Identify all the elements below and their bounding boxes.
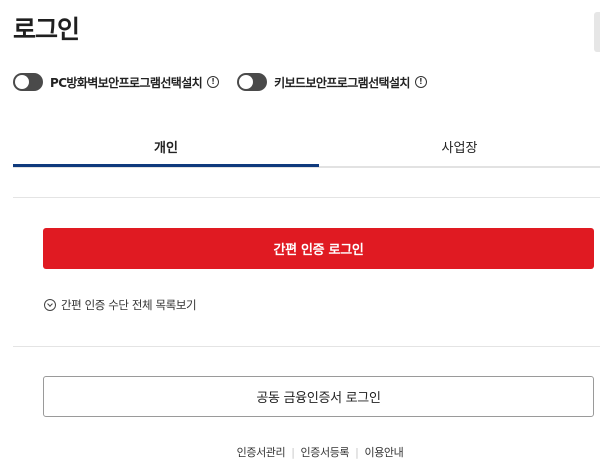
simple-auth-login-button[interactable]: 간편 인증 로그인 xyxy=(43,228,594,269)
view-all-methods-link[interactable]: 간편 인증 수단 전체 목록보기 xyxy=(44,297,197,313)
tab-business[interactable]: 사업장 xyxy=(319,125,600,166)
firewall-toggle-label: PC방화벽보안프로그램선택설치 xyxy=(50,75,203,90)
page-title: 로그인 xyxy=(13,15,80,44)
keyboard-toggle-group: 키보드보안프로그램선택설치 ! xyxy=(237,73,427,91)
footer-link-cert-manage[interactable]: 인증서관리 xyxy=(231,446,292,459)
divider xyxy=(13,197,600,198)
toggle-knob xyxy=(15,75,29,89)
view-all-methods-label: 간편 인증 수단 전체 목록보기 xyxy=(61,298,197,312)
keyboard-toggle-label: 키보드보안프로그램선택설치 xyxy=(274,75,410,90)
footer-links: 인증서관리 | 인증서등록 | 이용안내 xyxy=(0,444,600,460)
firewall-toggle-group: PC방화벽보안프로그램선택설치 ! xyxy=(13,73,220,91)
chevron-down-circle-icon xyxy=(44,299,56,311)
toggle-knob xyxy=(239,75,254,89)
login-type-tabs: 개인 사업장 xyxy=(13,125,600,168)
certificate-login-button[interactable]: 공동 금융인증서 로그인 xyxy=(43,376,594,417)
tab-personal[interactable]: 개인 xyxy=(13,125,319,167)
footer-link-cert-register[interactable]: 인증서등록 xyxy=(295,446,356,459)
security-toggles: PC방화벽보안프로그램선택설치 ! 키보드보안프로그램선택설치 ! xyxy=(13,73,445,91)
divider xyxy=(13,346,600,347)
footer-link-guide[interactable]: 이용안내 xyxy=(358,446,409,459)
info-icon[interactable]: ! xyxy=(414,76,427,88)
info-icon[interactable]: ! xyxy=(207,76,220,88)
firewall-toggle-switch[interactable] xyxy=(13,73,43,91)
scrollbar[interactable] xyxy=(594,12,600,52)
keyboard-toggle-switch[interactable] xyxy=(237,73,268,91)
